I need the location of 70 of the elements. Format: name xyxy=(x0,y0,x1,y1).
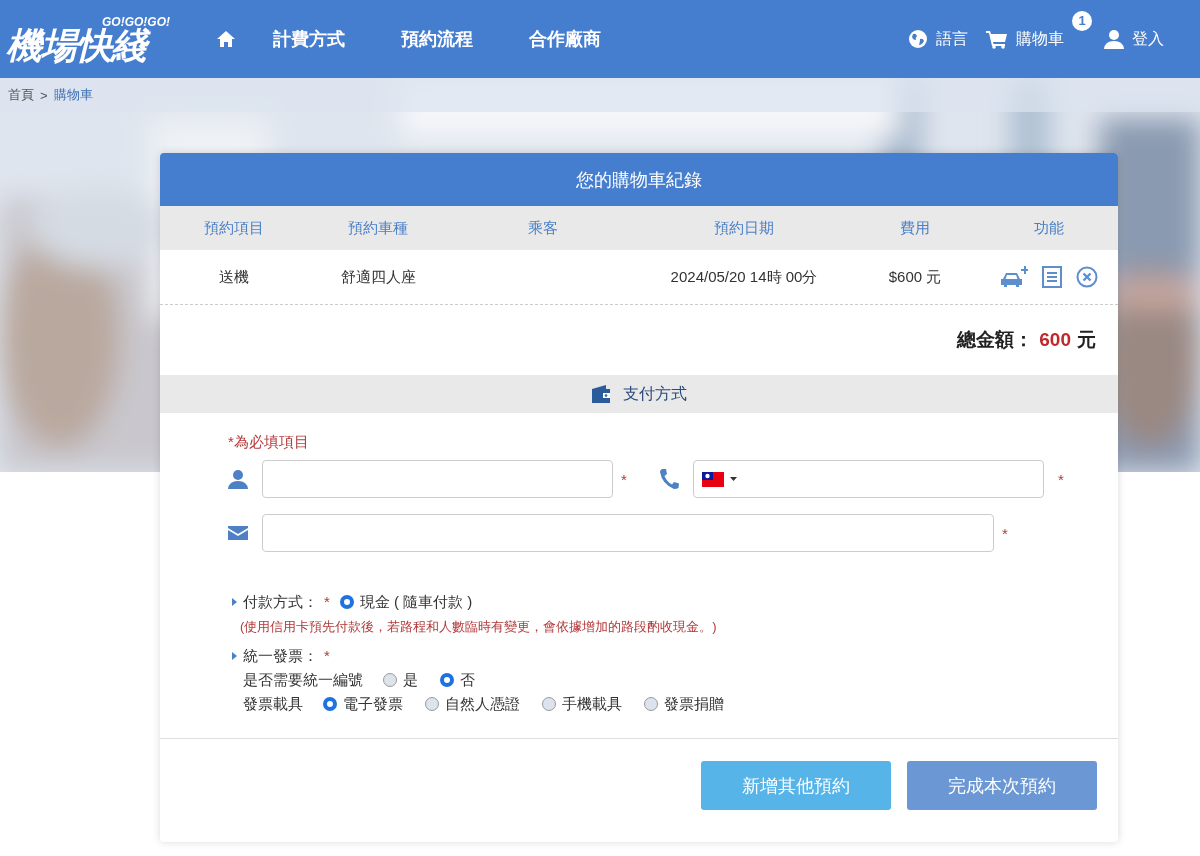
field-label: 付款方式： xyxy=(243,592,318,612)
total-label: 總金額： xyxy=(957,328,1034,352)
phone-icon xyxy=(659,468,679,490)
phone-field[interactable] xyxy=(693,460,1044,498)
add-car-icon[interactable] xyxy=(1000,266,1028,288)
table-cell-text: $600 元 xyxy=(887,267,943,287)
required-mark: * xyxy=(621,470,628,488)
cart-icon[interactable] xyxy=(986,29,1008,49)
caret-icon xyxy=(232,652,237,660)
globe-icon[interactable] xyxy=(908,29,928,49)
field-label: 統一發票： xyxy=(243,646,318,666)
breadcrumb-separator: > xyxy=(40,87,48,103)
radio-button[interactable] xyxy=(323,697,337,711)
envelope-icon xyxy=(228,526,248,540)
wallet-icon xyxy=(591,384,611,404)
language-link[interactable]: 語言 xyxy=(936,28,968,50)
radio-label: 是 xyxy=(403,670,418,690)
nav-link[interactable]: 預約流程 xyxy=(401,27,473,51)
radio-button[interactable] xyxy=(339,595,354,609)
action-button[interactable]: 新增其他預約 xyxy=(701,761,891,810)
column-header: 預約項目 xyxy=(203,218,265,238)
section-title: 支付方式 xyxy=(623,383,687,404)
breadcrumb-link[interactable]: 首頁 xyxy=(8,86,34,104)
required-mark: * xyxy=(1002,524,1009,542)
action-button[interactable]: 完成本次預約 xyxy=(907,761,1097,810)
radio-button[interactable] xyxy=(383,673,397,687)
list-icon[interactable] xyxy=(1042,266,1062,288)
column-header: 預約車種 xyxy=(347,218,409,238)
column-header: 費用 xyxy=(899,218,931,238)
payment-note: (使用信用卡預先付款後，若路程和人數臨時有變更，會依據增加的路段酌收現金。) xyxy=(240,618,718,636)
radio-label: 否 xyxy=(460,670,475,690)
required-mark: * xyxy=(324,646,330,666)
column-header: 功能 xyxy=(1033,218,1065,238)
cart-count-badge: 1 xyxy=(1072,10,1092,31)
caret-icon[interactable] xyxy=(730,477,737,481)
table-cell-text: 送機 xyxy=(218,267,250,287)
column-header: 預約日期 xyxy=(713,218,775,238)
breadcrumb-current: 購物車 xyxy=(53,86,93,104)
radio-button[interactable] xyxy=(644,697,658,711)
table-cell-text: 2024/05/20 14時 00分 xyxy=(669,267,819,287)
name-field[interactable] xyxy=(262,460,613,498)
radio-button[interactable] xyxy=(542,697,556,711)
nav-link[interactable]: 計費方式 xyxy=(273,27,345,51)
field-label: 是否需要統一編號 xyxy=(243,670,363,690)
email-field[interactable] xyxy=(262,514,994,552)
nav-link[interactable]: 合作廠商 xyxy=(529,27,601,51)
total-amount: 600 xyxy=(1039,329,1071,351)
radio-label: 電子發票 xyxy=(343,694,403,714)
required-mark: * xyxy=(324,592,330,612)
required-note: *為必填項目 xyxy=(228,433,310,452)
flag-icon[interactable] xyxy=(702,471,724,487)
user-icon[interactable] xyxy=(1104,29,1124,49)
radio-label: 自然人憑證 xyxy=(445,694,520,714)
radio-button[interactable] xyxy=(425,697,439,711)
column-header: 乘客 xyxy=(527,218,559,238)
caret-icon xyxy=(232,598,237,606)
person-icon xyxy=(228,469,248,489)
card-title: 您的購物車紀錄 xyxy=(160,153,1118,206)
radio-button[interactable] xyxy=(440,673,454,687)
field-label: 發票載具 xyxy=(243,694,303,714)
logo[interactable]: GO!GO!GO! 機場快綫 xyxy=(6,9,196,69)
radio-label: 發票捐贈 xyxy=(664,694,724,714)
close-icon[interactable] xyxy=(1076,266,1098,288)
radio-label: 現金 ( 隨車付款 ) xyxy=(359,592,473,612)
total-unit: 元 xyxy=(1077,328,1096,352)
radio-label: 手機載具 xyxy=(562,694,622,714)
table-cell-text: 舒適四人座 xyxy=(339,267,417,287)
home-icon[interactable] xyxy=(216,30,236,48)
login-link[interactable]: 登入 xyxy=(1132,28,1164,50)
required-mark: * xyxy=(1058,470,1065,488)
